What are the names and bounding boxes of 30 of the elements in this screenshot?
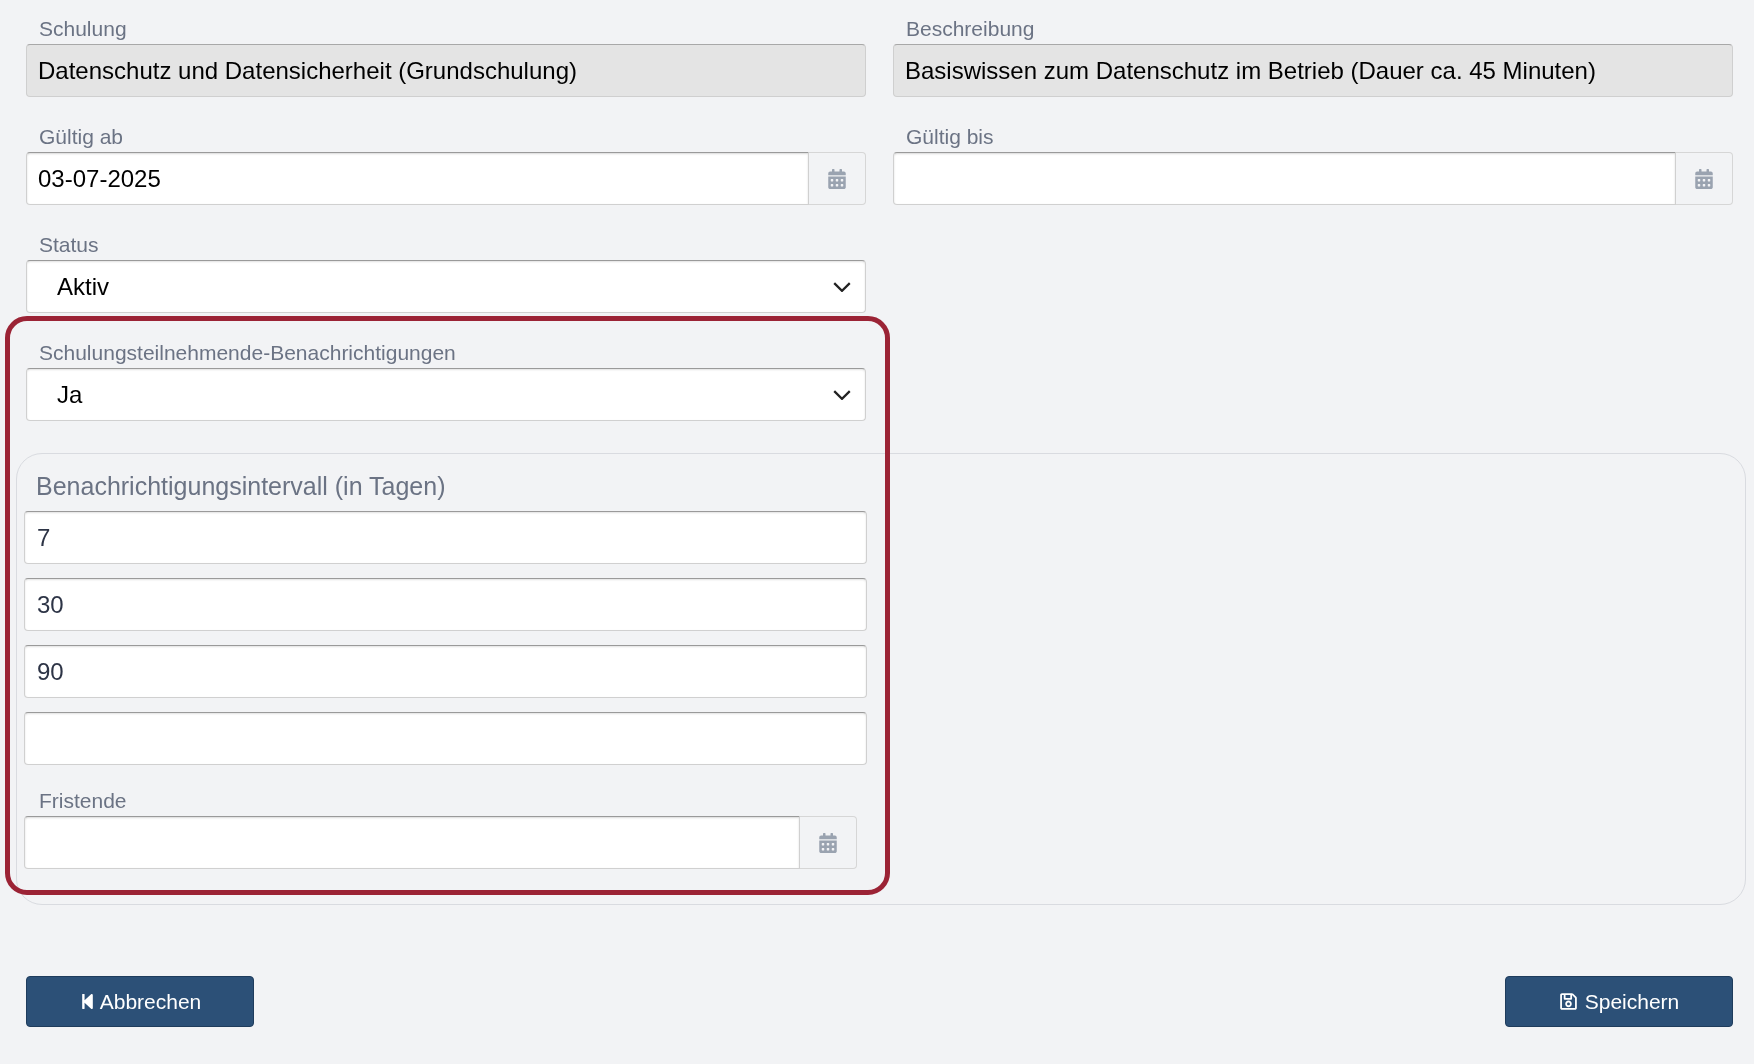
calendar-icon <box>818 832 838 853</box>
calendar-button[interactable] <box>800 816 857 869</box>
date-field[interactable] <box>24 816 800 869</box>
calendar-button[interactable] <box>1676 152 1733 205</box>
calendar-icon <box>1694 168 1714 189</box>
interval-field[interactable] <box>24 712 867 765</box>
field-label: Status <box>38 232 99 258</box>
select-dropdown[interactable]: Ja <box>26 368 866 421</box>
field-label: Schulung <box>38 16 127 42</box>
chevron-down-icon <box>833 389 851 400</box>
save-button[interactable]: Speichern <box>1505 976 1733 1027</box>
interval-field[interactable]: 7 <box>24 511 867 564</box>
select-dropdown[interactable]: Aktiv <box>26 260 866 313</box>
readonly-field: Basiswissen zum Datenschutz im Betrieb (Dauer ca. 45 Minuten) <box>893 44 1733 97</box>
section-title: Benachrichtigungsintervall (in Tagen) <box>35 471 446 502</box>
calendar-button[interactable] <box>809 152 866 205</box>
date-field[interactable] <box>893 152 1676 205</box>
date-field[interactable]: 03-07-2025 <box>26 152 809 205</box>
cancel-button[interactable]: Abbrechen <box>26 976 254 1027</box>
field-label: Gültig ab <box>38 124 124 150</box>
interval-field[interactable]: 30 <box>24 578 867 631</box>
save-icon <box>1558 992 1578 1011</box>
calendar-icon <box>827 168 847 189</box>
field-label: Schulungsteilnehmende-Benachrichtigungen <box>38 340 456 366</box>
interval-field[interactable]: 90 <box>24 645 867 698</box>
field-label: Beschreibung <box>905 16 1035 42</box>
readonly-field: Datenschutz und Datensicherheit (Grundschulung) <box>26 44 866 97</box>
field-label: Fristende <box>38 788 127 814</box>
field-label: Gültig bis <box>905 124 994 150</box>
chevron-down-icon <box>833 281 851 292</box>
